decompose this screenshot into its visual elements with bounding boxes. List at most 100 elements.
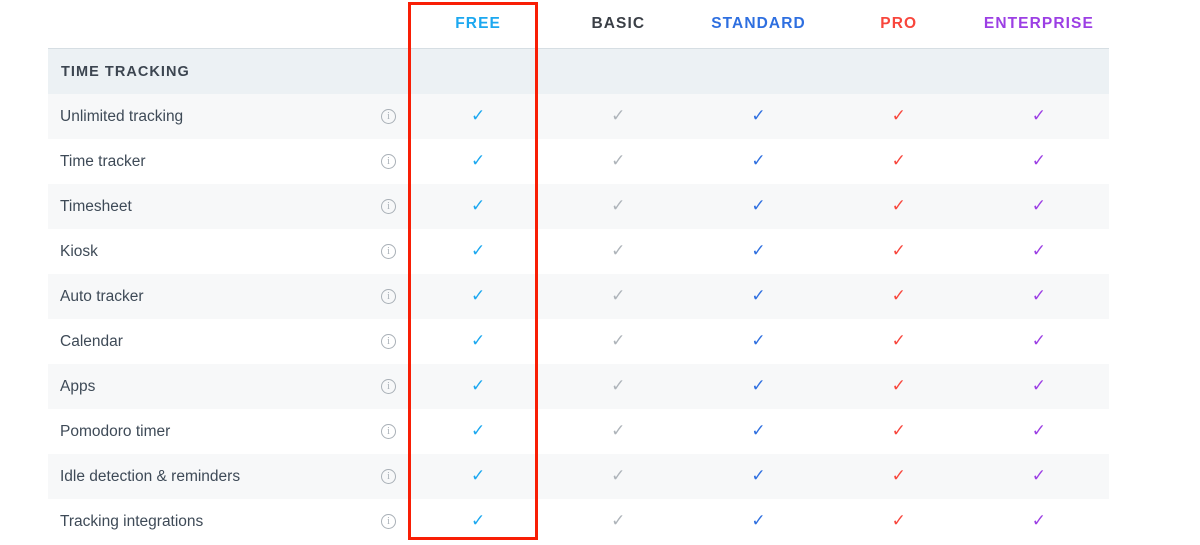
check-icon: ✓ xyxy=(1031,331,1047,351)
check-icon: ✓ xyxy=(891,286,906,306)
table-row: Calendar i ✓ ✓ ✓ ✓ ✓ xyxy=(48,319,1109,364)
feature-label: Calendar xyxy=(60,332,123,350)
check-icon: ✓ xyxy=(611,196,626,216)
feature-label: Kiosk xyxy=(60,242,98,260)
check-icon: ✓ xyxy=(1031,151,1047,171)
check-icon: ✓ xyxy=(751,196,766,216)
check-icon: ✓ xyxy=(470,376,486,396)
check-icon: ✓ xyxy=(470,241,486,261)
info-icon[interactable]: i xyxy=(381,514,396,529)
check-icon: ✓ xyxy=(611,376,626,396)
check-icon: ✓ xyxy=(470,466,486,486)
info-icon[interactable]: i xyxy=(381,334,396,349)
check-icon: ✓ xyxy=(891,466,906,486)
plan-header-free[interactable]: FREE xyxy=(408,15,548,33)
check-icon: ✓ xyxy=(611,421,626,441)
feature-name-cell: Kiosk i xyxy=(48,243,408,261)
check-icon: ✓ xyxy=(1031,106,1047,126)
check-icon: ✓ xyxy=(891,106,906,126)
check-icon: ✓ xyxy=(1031,376,1047,396)
check-icon: ✓ xyxy=(611,286,626,306)
info-icon[interactable]: i xyxy=(381,469,396,484)
check-icon: ✓ xyxy=(611,511,626,531)
check-icon: ✓ xyxy=(891,241,906,261)
info-icon[interactable]: i xyxy=(381,424,396,439)
check-icon: ✓ xyxy=(611,241,626,261)
info-icon[interactable]: i xyxy=(381,154,396,169)
check-icon: ✓ xyxy=(751,511,766,531)
table-row: Unlimited tracking i ✓ ✓ ✓ ✓ ✓ xyxy=(48,94,1109,139)
feature-row-list: Unlimited tracking i ✓ ✓ ✓ ✓ ✓ Time tracker i ✓ ✓ ✓… xyxy=(48,94,1109,544)
plan-header-basic[interactable]: BASIC xyxy=(548,15,688,33)
feature-label: Tracking integrations xyxy=(60,512,204,530)
check-icon: ✓ xyxy=(891,331,906,351)
table-row: Apps i ✓ ✓ ✓ ✓ ✓ xyxy=(48,364,1109,409)
section-title: TIME TRACKING xyxy=(61,63,190,80)
plan-header-enterprise[interactable]: ENTERPRISE xyxy=(969,15,1109,33)
check-icon: ✓ xyxy=(611,151,626,171)
feature-name-cell: Apps i xyxy=(48,378,408,396)
info-icon[interactable]: i xyxy=(381,109,396,124)
check-icon: ✓ xyxy=(470,331,486,351)
check-icon: ✓ xyxy=(1031,196,1047,216)
table-row: Idle detection & reminders i ✓ ✓ ✓ ✓ ✓ xyxy=(48,454,1109,499)
feature-name-cell: Tracking integrations i xyxy=(48,513,408,531)
plan-header-pro[interactable]: PRO xyxy=(829,15,969,33)
check-icon: ✓ xyxy=(1031,511,1047,531)
check-icon: ✓ xyxy=(891,196,906,216)
feature-label: Unlimited tracking xyxy=(60,107,184,125)
table-row: Kiosk i ✓ ✓ ✓ ✓ ✓ xyxy=(48,229,1109,274)
check-icon: ✓ xyxy=(470,511,486,531)
check-icon: ✓ xyxy=(470,151,486,171)
plan-comparison-table: FREE BASIC STANDARD PRO ENTERPRISE TIME TRAC… xyxy=(48,0,1109,544)
check-icon: ✓ xyxy=(1031,421,1047,441)
info-icon[interactable]: i xyxy=(381,199,396,214)
check-icon: ✓ xyxy=(751,241,766,261)
info-icon[interactable]: i xyxy=(381,379,396,394)
check-icon: ✓ xyxy=(1031,241,1047,261)
feature-label: Apps xyxy=(60,377,96,395)
plan-header-row: FREE BASIC STANDARD PRO ENTERPRISE xyxy=(48,0,1109,48)
feature-label: Pomodoro timer xyxy=(60,422,171,440)
check-icon: ✓ xyxy=(751,331,766,351)
table-row: Time tracker i ✓ ✓ ✓ ✓ ✓ xyxy=(48,139,1109,184)
check-icon: ✓ xyxy=(751,466,766,486)
check-icon: ✓ xyxy=(891,511,906,531)
feature-label: Timesheet xyxy=(60,197,132,215)
check-icon: ✓ xyxy=(891,151,906,171)
check-icon: ✓ xyxy=(891,376,906,396)
feature-name-cell: Pomodoro timer i xyxy=(48,423,408,441)
check-icon: ✓ xyxy=(611,331,626,351)
table-row: Auto tracker i ✓ ✓ ✓ ✓ ✓ xyxy=(48,274,1109,319)
check-icon: ✓ xyxy=(751,151,766,171)
check-icon: ✓ xyxy=(611,106,626,126)
check-icon: ✓ xyxy=(470,196,486,216)
feature-name-cell: Idle detection & reminders i xyxy=(48,468,408,486)
info-icon[interactable]: i xyxy=(381,244,396,259)
check-icon: ✓ xyxy=(751,376,766,396)
feature-label: Idle detection & reminders xyxy=(60,467,241,485)
feature-name-cell: Calendar i xyxy=(48,333,408,351)
table-row: Timesheet i ✓ ✓ ✓ ✓ ✓ xyxy=(48,184,1109,229)
feature-label: Auto tracker xyxy=(60,287,144,305)
section-header-time-tracking: TIME TRACKING xyxy=(48,48,1109,94)
check-icon: ✓ xyxy=(751,421,766,441)
feature-name-cell: Unlimited tracking i xyxy=(48,108,408,126)
check-icon: ✓ xyxy=(611,466,626,486)
feature-label: Time tracker xyxy=(60,152,146,170)
table-row: Pomodoro timer i ✓ ✓ ✓ ✓ ✓ xyxy=(48,409,1109,454)
feature-name-cell: Auto tracker i xyxy=(48,288,408,306)
pricing-comparison-page: FREE BASIC STANDARD PRO ENTERPRISE TIME TRAC… xyxy=(0,0,1200,545)
check-icon: ✓ xyxy=(470,421,486,441)
check-icon: ✓ xyxy=(751,286,766,306)
check-icon: ✓ xyxy=(891,421,906,441)
check-icon: ✓ xyxy=(1031,466,1047,486)
info-icon[interactable]: i xyxy=(381,289,396,304)
feature-name-cell: Timesheet i xyxy=(48,198,408,216)
check-icon: ✓ xyxy=(1031,286,1047,306)
plan-header-standard[interactable]: STANDARD xyxy=(688,15,828,33)
feature-name-cell: Time tracker i xyxy=(48,153,408,171)
check-icon: ✓ xyxy=(751,106,766,126)
table-row: Tracking integrations i ✓ ✓ ✓ ✓ ✓ xyxy=(48,499,1109,544)
check-icon: ✓ xyxy=(470,106,486,126)
